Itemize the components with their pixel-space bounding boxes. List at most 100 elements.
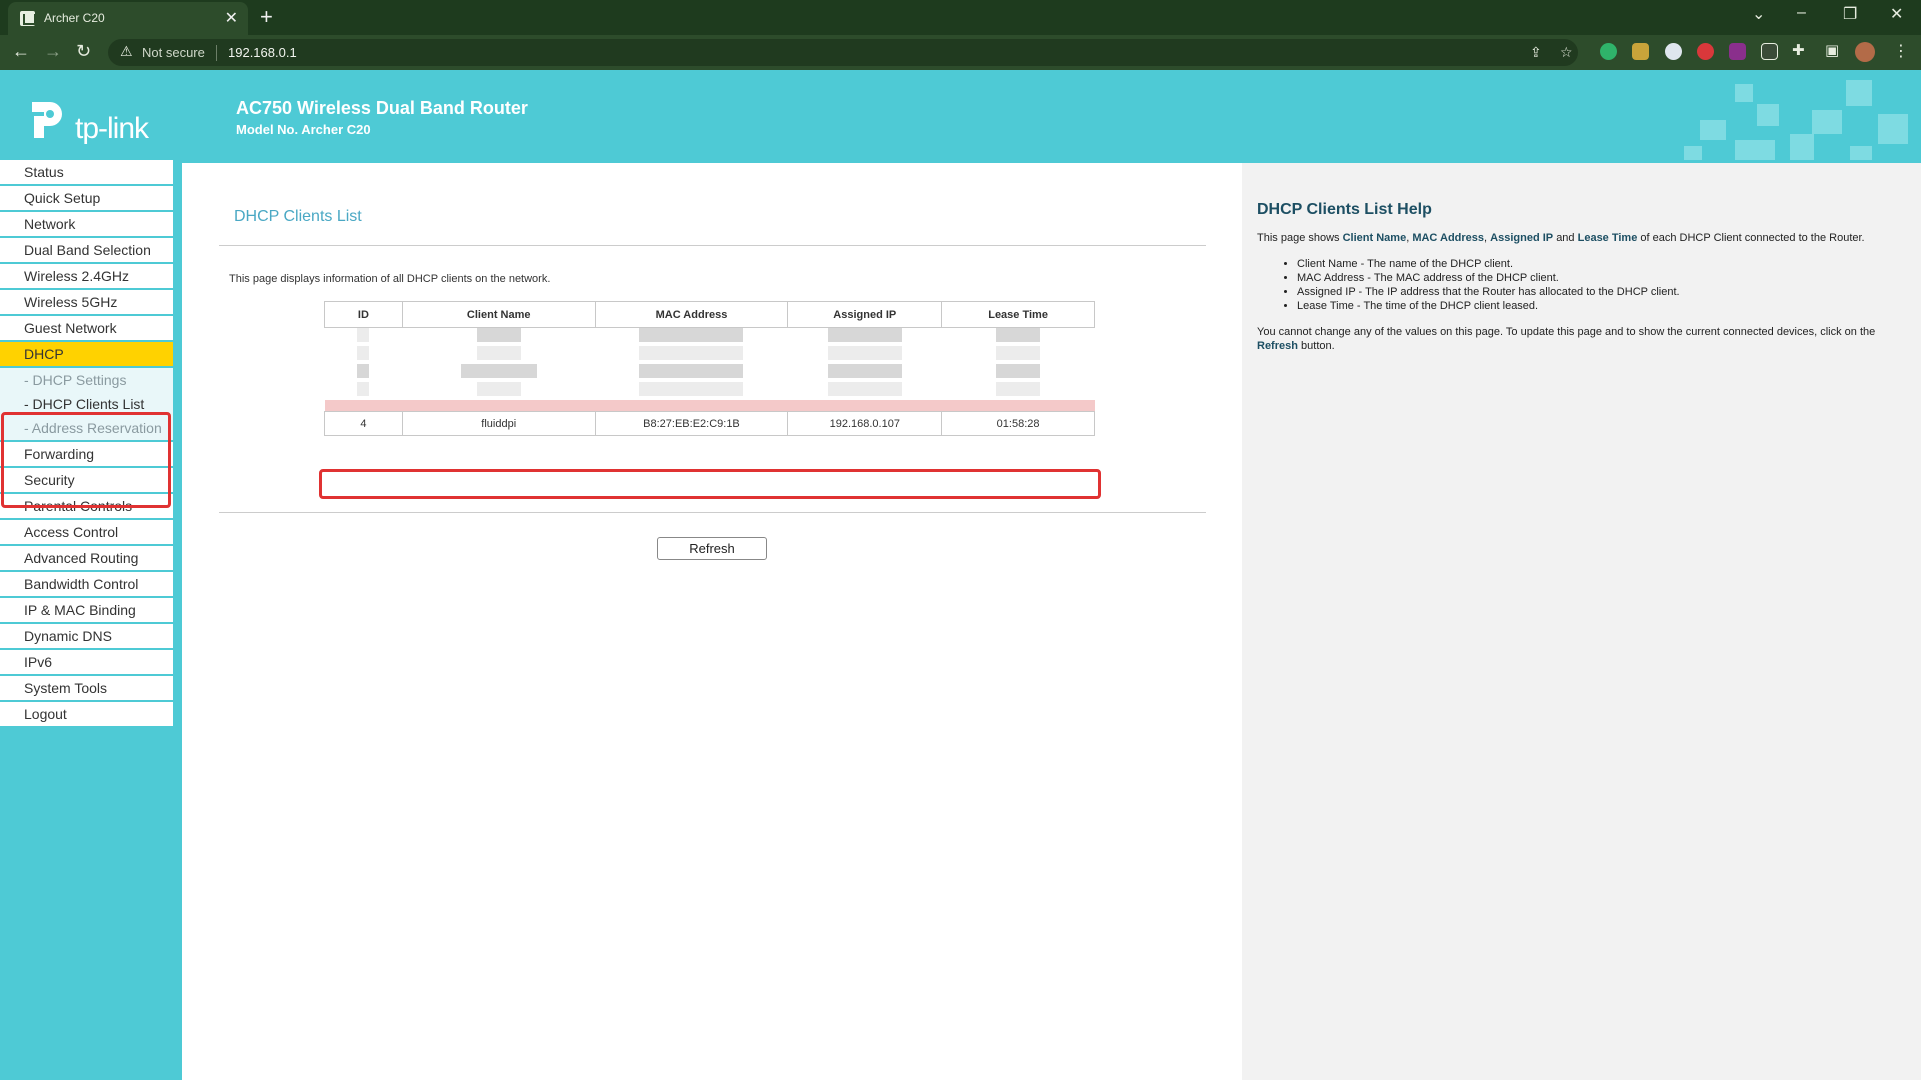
browser-menu-icon[interactable]: ⋮ [1893,41,1909,61]
main-content: DHCP Clients List This page displays inf… [182,163,1242,1080]
sidebar-item-network[interactable]: Network [0,212,173,238]
header-decoration [1790,134,1814,160]
browser-toolbar: ← → ↻ ⚠ Not secure 192.168.0.1 ⇪ ☆ ✚ ▣ ⋮ [0,35,1921,70]
help-keyword: MAC Address [1412,232,1485,244]
divider [219,512,1206,513]
url-text[interactable]: 192.168.0.1 [228,45,297,60]
sidebar-item-forwarding[interactable]: Forwarding [0,442,173,468]
redacted-cell [639,328,744,343]
header-decoration [1850,146,1872,160]
restore-icon[interactable]: ❐ [1843,4,1857,24]
sidebar-item-access-control[interactable]: Access Control [0,520,173,546]
tab-search-icon[interactable]: ⌄ [1752,4,1765,24]
page-description: This page displays information of all DH… [229,273,551,285]
minimize-icon[interactable]: – [1797,4,1806,22]
sidebar-item-dual-band-selection[interactable]: Dual Band Selection [0,238,173,264]
redacted-cell [827,364,902,378]
sidebar-item-ipv6[interactable]: IPv6 [0,650,173,676]
column-header-lease-time: Lease Time [941,301,1095,328]
sidebar-item-logout[interactable]: Logout [0,702,173,728]
extension-icon[interactable] [1665,43,1682,60]
redacted-cell [357,346,370,360]
redacted-cell [996,346,1041,360]
refresh-button[interactable]: Refresh [657,537,767,560]
router-title: AC750 Wireless Dual Band Router [236,98,528,118]
extensions-puzzle-icon[interactable]: ✚ [1792,41,1805,59]
sidebar-item-quick-setup[interactable]: Quick Setup [0,186,173,212]
sidebar-item-guest-network[interactable]: Guest Network [0,316,173,342]
sidebar-item-status[interactable]: Status [0,160,173,186]
share-icon[interactable]: ⇪ [1530,44,1542,61]
help-keyword: Lease Time [1577,232,1638,244]
router-favicon-icon [20,11,36,26]
grammarly-extension-icon[interactable] [1600,43,1617,60]
profile-avatar[interactable] [1855,42,1875,62]
tp-link-logo-icon [32,102,62,138]
redacted-cell [357,328,370,343]
sidebar-subitem-dhcp-settings[interactable]: - DHCP Settings [0,368,173,392]
side-panel-icon[interactable]: ▣ [1825,41,1839,59]
help-intro: This page shows Client Name, MAC Address… [1257,232,1865,244]
browser-tab[interactable]: Archer C20 ✕ [8,2,248,35]
sidebar-item-wireless-2-4ghz[interactable]: Wireless 2.4GHz [0,264,173,290]
redacted-cell [476,382,521,396]
header-decoration [1735,140,1775,160]
header-decoration [1684,146,1702,160]
back-icon[interactable]: ← [12,41,30,62]
redacted-cell [357,364,370,378]
close-tab-icon[interactable]: ✕ [225,8,238,28]
cell-id: 4 [324,411,403,436]
extension-icon[interactable] [1729,43,1746,60]
reload-icon[interactable]: ↻ [76,41,91,62]
cell-lease-time: 01:58:28 [941,411,1095,436]
bookmark-star-icon[interactable]: ☆ [1560,44,1573,61]
redacted-cell [827,328,902,343]
column-header-client-name: Client Name [401,301,596,328]
warning-icon[interactable]: ⚠ [120,43,133,60]
forward-icon[interactable]: → [44,41,62,62]
extension-icon[interactable] [1697,43,1714,60]
sidebar-menu: Status Quick Setup Network Dual Band Sel… [0,160,173,728]
close-window-icon[interactable]: ✕ [1890,4,1903,24]
image-extension-icon[interactable] [1761,43,1778,60]
help-panel: DHCP Clients List Help This page shows C… [1242,163,1921,1080]
header-decoration [1757,104,1779,126]
sidebar-item-bandwidth-control[interactable]: Bandwidth Control [0,572,173,598]
divider [219,245,1206,246]
sidebar-item-security[interactable]: Security [0,468,173,494]
page-title: DHCP Clients List [234,208,362,225]
redacted-cell [996,364,1041,378]
redacted-cell [476,328,521,343]
sidebar-item-system-tools[interactable]: System Tools [0,676,173,702]
help-keyword: Client Name [1342,232,1407,244]
sidebar-subitem-dhcp-clients-list[interactable]: - DHCP Clients List [0,392,173,416]
sidebar-item-advanced-routing[interactable]: Advanced Routing [0,546,173,572]
help-note: You cannot change any of the values on t… [1257,325,1906,353]
column-header-id: ID [324,301,403,328]
logo-text: tp-link [75,112,149,145]
sidebar-item-wireless-5ghz[interactable]: Wireless 5GHz [0,290,173,316]
browser-tabstrip: Archer C20 ✕ + ⌄ – ❐ ✕ [0,0,1921,35]
redacted-cell [476,346,521,360]
cell-client-name: fluiddpi [401,411,596,436]
redacted-cell [996,328,1041,343]
help-list-item: Client Name - The name of the DHCP clien… [1297,257,1906,271]
sidebar-subitem-address-reservation[interactable]: - Address Reservation [0,416,173,442]
sidebar-item-ip-mac-binding[interactable]: IP & MAC Binding [0,598,173,624]
help-list: Client Name - The name of the DHCP clien… [1297,257,1906,313]
sidebar-item-dhcp[interactable]: DHCP [0,342,173,368]
help-keyword: Refresh [1257,340,1298,352]
security-label[interactable]: Not secure [142,45,205,60]
header-decoration [1735,84,1753,102]
sidebar-item-parental-controls[interactable]: Parental Controls [0,494,173,520]
new-tab-icon[interactable]: + [260,4,273,30]
address-bar[interactable]: ⚠ Not secure 192.168.0.1 ⇪ ☆ [108,39,1578,66]
redacted-cell [639,382,744,396]
router-page: tp-link AC750 Wireless Dual Band Router … [0,70,1921,1080]
extension-icon[interactable] [1632,43,1649,60]
redacted-cell [827,382,902,396]
header-decoration [1700,120,1726,140]
help-title: DHCP Clients List Help [1257,201,1432,218]
sidebar-item-dynamic-dns[interactable]: Dynamic DNS [0,624,173,650]
redacted-cell [639,346,744,360]
